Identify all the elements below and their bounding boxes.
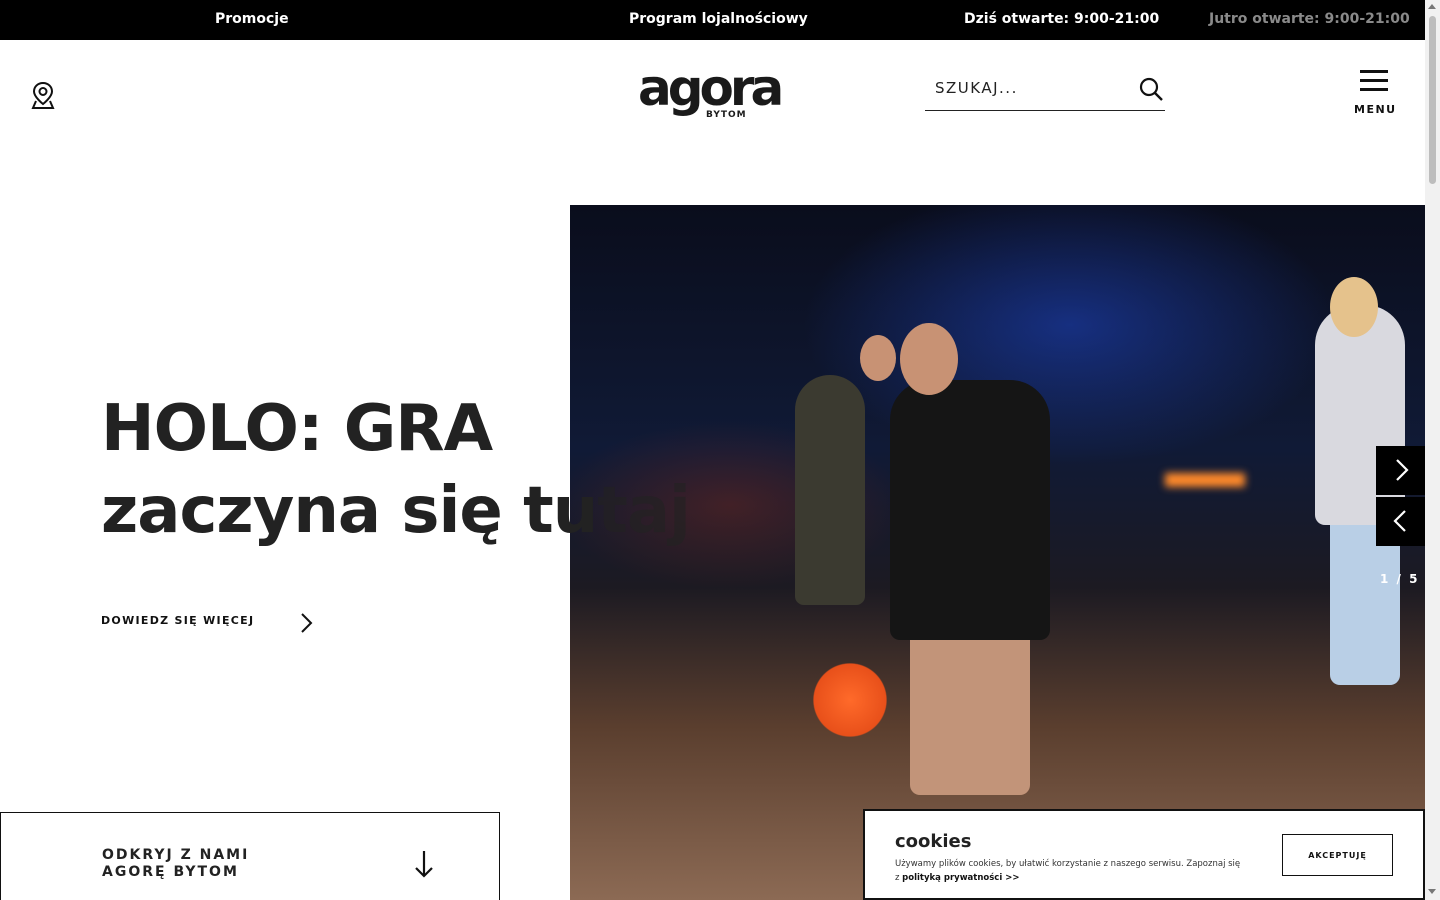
page-scrollbar[interactable] (1425, 0, 1440, 900)
chevron-right-icon (1396, 459, 1409, 481)
hamburger-icon (1360, 70, 1388, 97)
slide-counter: 1 / 5 (1380, 572, 1420, 586)
scroll-down-arrow-icon[interactable] (1428, 889, 1436, 894)
menu-button[interactable]: MENU (1352, 68, 1396, 120)
search-bar (925, 68, 1165, 111)
scroll-up-arrow-icon[interactable] (1428, 4, 1436, 9)
accept-cookies-button[interactable]: AKCEPTUJĘ (1282, 834, 1393, 876)
scrollbar-thumb[interactable] (1429, 16, 1436, 184)
top-bar: Promocje Program lojalnościowy Dziś otwa… (0, 0, 1425, 40)
cookie-banner: cookies Używamy plików cookies, by ułatw… (863, 809, 1425, 900)
privacy-policy-link[interactable]: polityką prywatności >> (902, 873, 1019, 883)
discover-section-button[interactable]: ODKRYJ Z NAMI AGORĘ BYTOM (0, 812, 500, 900)
search-input[interactable] (935, 76, 1125, 100)
location-pin-icon[interactable] (30, 80, 56, 110)
chevron-right-icon (301, 613, 313, 633)
slider-next-button[interactable] (1376, 446, 1425, 495)
promotions-link[interactable]: Promocje (215, 11, 289, 27)
cookie-text: Używamy plików cookies, by ułatwić korzy… (895, 859, 1241, 883)
discover-label: ODKRYJ Z NAMI AGORĘ BYTOM (102, 847, 250, 880)
hero-title-line-2: zaczyna się tutaj (101, 474, 691, 548)
hero-title-line-1: HOLO: GRA (101, 392, 493, 466)
tomorrow-hours: Jutro otwarte: 9:00-21:00 (1209, 11, 1410, 27)
search-icon[interactable] (1138, 76, 1164, 102)
agora-bytom-logo[interactable]: agora BYTOM (638, 60, 788, 124)
logo-wordmark: agora (638, 59, 784, 117)
hero-slide-image (570, 205, 1425, 900)
slider-prev-button[interactable] (1376, 497, 1425, 546)
cookie-title: cookies (895, 831, 972, 852)
logo-subtitle: BYTOM (706, 110, 747, 120)
learn-more-label: DOWIEDZ SIĘ WIĘCEJ (101, 614, 255, 627)
arrow-down-icon (415, 851, 433, 878)
loyalty-program-link[interactable]: Program lojalnościowy (629, 11, 808, 27)
hero-title: HOLO: GRA zaczyna się tutaj (101, 388, 691, 552)
today-hours: Dziś otwarte: 9:00-21:00 (964, 11, 1160, 27)
menu-label: MENU (1354, 103, 1397, 116)
chevron-left-icon (1393, 510, 1406, 532)
learn-more-link[interactable]: DOWIEDZ SIĘ WIĘCEJ (101, 605, 321, 639)
